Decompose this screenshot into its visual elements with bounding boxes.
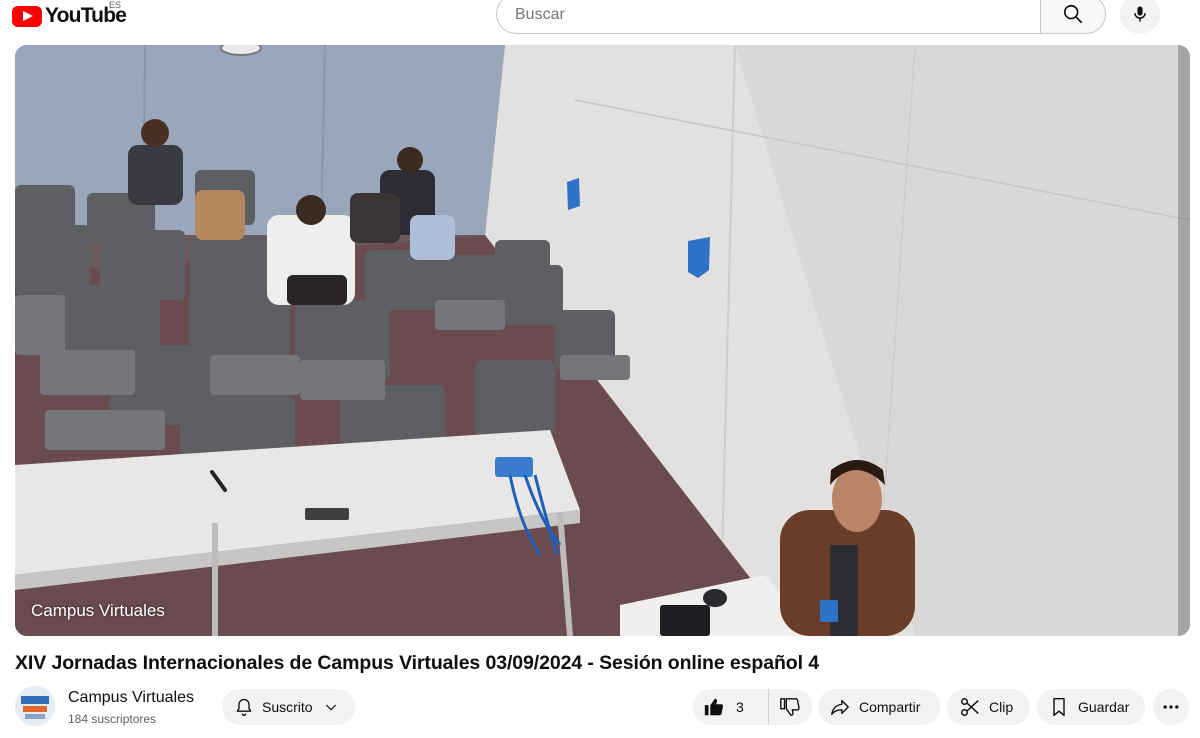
share-label: Compartir <box>859 699 921 715</box>
subscribed-label: Suscrito <box>262 699 313 715</box>
search-button[interactable] <box>1040 0 1106 34</box>
clip-label: Clip <box>989 699 1014 715</box>
mic-icon <box>1134 6 1146 22</box>
bookmark-icon <box>1053 697 1065 717</box>
video-player[interactable]: Campus Virtuales <box>15 45 1190 636</box>
search-box[interactable] <box>496 0 1044 35</box>
like-button[interactable]: 3 <box>693 689 769 725</box>
channel-avatar[interactable] <box>15 686 55 726</box>
save-button[interactable]: Guardar <box>1037 689 1145 725</box>
player-watermark: Campus Virtuales <box>31 601 165 620</box>
avatar-image <box>15 686 55 726</box>
country-code: ES <box>109 0 122 10</box>
voice-search-button[interactable] <box>1120 0 1160 34</box>
save-label: Guardar <box>1078 699 1130 715</box>
video-frame <box>15 45 1190 636</box>
channel-name[interactable]: Campus Virtuales <box>68 689 194 707</box>
share-button[interactable]: Compartir <box>818 689 940 725</box>
chevron-down-icon <box>325 704 336 711</box>
bell-icon <box>236 698 252 716</box>
thumbs-up-icon <box>704 698 724 716</box>
subscriber-count: 184 suscriptores <box>68 712 157 726</box>
more-actions-button[interactable] <box>1153 689 1189 725</box>
search-input[interactable] <box>513 0 1044 35</box>
thumbs-down-icon <box>780 698 800 716</box>
masthead: YouTube ES <box>0 0 1200 44</box>
youtube-play-icon <box>12 5 42 27</box>
more-horizontal-icon <box>1163 705 1179 709</box>
subscribed-button[interactable]: Suscrito <box>222 689 355 725</box>
video-title: XIV Jornadas Internacionales de Campus V… <box>15 652 819 674</box>
dislike-button[interactable] <box>769 689 811 725</box>
clip-button[interactable]: Clip <box>947 689 1030 725</box>
scissors-icon <box>961 698 979 716</box>
like-dislike-group: 3 <box>693 689 812 725</box>
search-icon <box>1063 4 1083 24</box>
share-arrow-icon <box>831 699 849 716</box>
like-count: 3 <box>736 699 744 715</box>
